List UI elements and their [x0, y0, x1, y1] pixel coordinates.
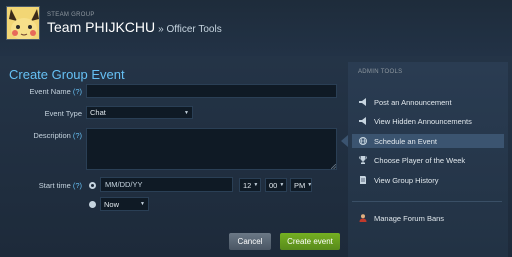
- now-value: Now: [104, 199, 120, 209]
- ampm-select[interactable]: PM ▼: [290, 178, 312, 192]
- chevron-down-icon: ▼: [307, 182, 313, 188]
- event-type-label-text: Event Type: [44, 109, 82, 118]
- event-name-help[interactable]: (?): [73, 87, 82, 96]
- cancel-button[interactable]: Cancel: [229, 233, 271, 250]
- event-type-select[interactable]: Chat ▼: [86, 106, 193, 119]
- group-title: Team PHIJKCHU» Officer Tools: [47, 19, 222, 35]
- description-help[interactable]: (?): [73, 131, 82, 140]
- description-label-text: Description: [33, 131, 71, 140]
- active-indicator: [341, 135, 348, 147]
- sidebar-item-player-of-week[interactable]: Choose Player of the Week: [352, 153, 504, 167]
- sidebar-item-label: Schedule an Event: [374, 136, 437, 146]
- sidebar-divider: [352, 201, 502, 202]
- page-title: Create Group Event: [9, 67, 125, 82]
- sidebar-item-hidden-announcements[interactable]: View Hidden Announcements: [352, 114, 504, 128]
- megaphone-icon: [359, 98, 367, 106]
- group-name[interactable]: Team PHIJKCHU: [47, 19, 155, 35]
- history-icon: [359, 176, 367, 184]
- hour-value: 12: [243, 180, 252, 190]
- megaphone-icon: [359, 117, 367, 125]
- sidebar-item-label: Choose Player of the Week: [374, 155, 466, 165]
- description-label: Description (?): [22, 131, 82, 140]
- ampm-value: PM: [294, 180, 306, 190]
- chevron-down-icon: ▼: [279, 182, 285, 188]
- event-type-label: Event Type: [22, 109, 82, 118]
- event-name-label: Event Name (?): [22, 87, 82, 96]
- resize-handle-icon[interactable]: [331, 164, 336, 169]
- sidebar-item-label: Manage Forum Bans: [374, 213, 445, 223]
- event-type-value: Chat: [90, 108, 106, 117]
- event-name-label-text: Event Name: [29, 87, 71, 96]
- sidebar-item-label: View Hidden Announcements: [374, 116, 472, 126]
- sidebar-title: ADMIN TOOLS: [358, 69, 403, 75]
- minute-select[interactable]: 00 ▼: [265, 178, 287, 192]
- create-event-button[interactable]: Create event: [280, 233, 340, 250]
- group-avatar[interactable]: [6, 6, 40, 40]
- now-select[interactable]: Now ▼: [100, 197, 149, 211]
- user-ban-icon: [359, 214, 367, 222]
- hour-select[interactable]: 12 ▼: [239, 178, 261, 192]
- chevron-down-icon: ▼: [140, 201, 145, 207]
- section-breadcrumb: » Officer Tools: [158, 24, 222, 35]
- chevron-down-icon: ▼: [253, 182, 259, 188]
- group-kind-label: STEAM GROUP: [47, 12, 95, 18]
- start-time-label-text: Start time: [38, 181, 71, 190]
- date-input[interactable]: MM/DD/YY: [100, 177, 233, 192]
- chevron-down-icon: ▼: [184, 109, 189, 116]
- radio-now[interactable]: [89, 201, 96, 208]
- sidebar-item-post-announcement[interactable]: Post an Announcement: [352, 95, 504, 109]
- trophy-icon: [359, 156, 367, 164]
- sidebar-item-schedule-event[interactable]: Schedule an Event: [352, 134, 504, 148]
- sidebar-item-forum-bans[interactable]: Manage Forum Bans: [352, 211, 504, 225]
- minute-value: 00: [269, 180, 278, 190]
- sidebar-item-group-history[interactable]: View Group History: [352, 173, 504, 187]
- sidebar-item-label: View Group History: [374, 175, 439, 185]
- globe-icon: [359, 137, 367, 145]
- start-time-help[interactable]: (?): [73, 181, 82, 190]
- event-name-input[interactable]: [86, 84, 337, 98]
- radio-specific-time[interactable]: [89, 182, 96, 189]
- start-time-label: Start time (?): [22, 181, 82, 190]
- description-textarea[interactable]: [86, 128, 337, 170]
- group-header: STEAM GROUP Team PHIJKCHU» Officer Tools: [0, 0, 512, 56]
- sidebar-item-label: Post an Announcement: [374, 97, 452, 107]
